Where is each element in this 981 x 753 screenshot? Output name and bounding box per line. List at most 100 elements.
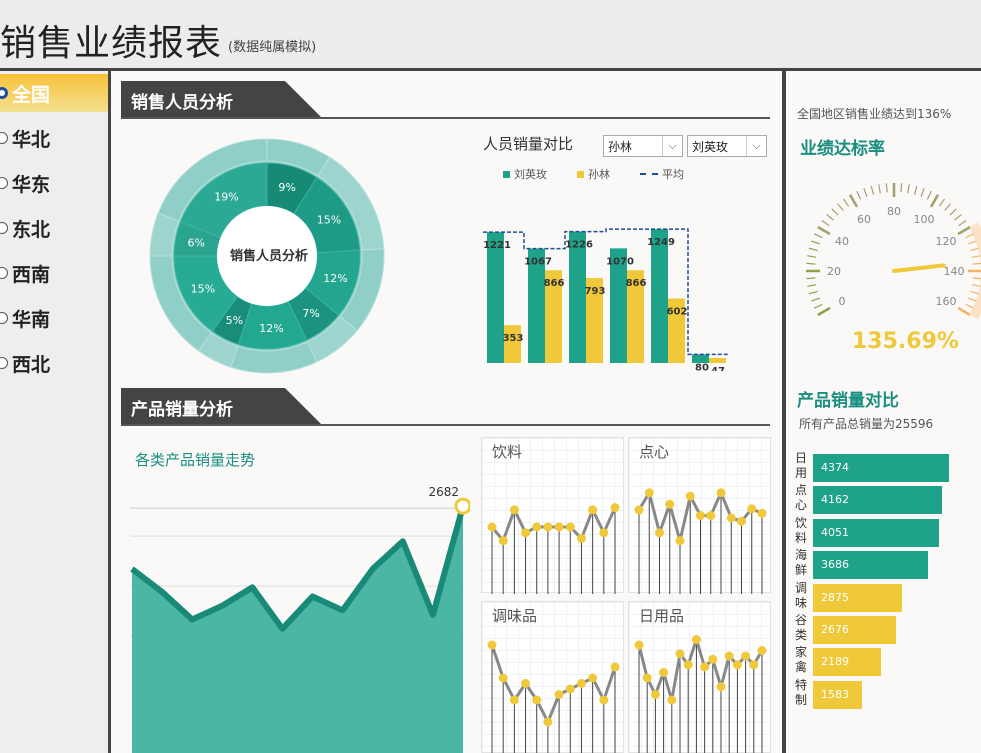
data-point xyxy=(757,508,767,518)
gauge-tick xyxy=(929,194,940,208)
data-point xyxy=(554,522,564,532)
data-point xyxy=(683,660,693,670)
gauge-tick-label: 160 xyxy=(935,295,956,308)
product-category-label: 海鲜 xyxy=(794,548,807,578)
gauge-tick xyxy=(856,190,862,200)
gauge-tick xyxy=(972,277,981,280)
data-point xyxy=(576,533,586,543)
gauge-tick xyxy=(831,208,839,216)
region-item-4[interactable]: 西南 xyxy=(0,254,108,292)
bar-a-label: 1249 xyxy=(647,237,675,248)
legend-avg: 平均 xyxy=(662,168,684,181)
select-person-b[interactable]: 刘英玫 ⌵ xyxy=(687,135,767,157)
region-label: 华北 xyxy=(12,128,51,151)
product-category-label: 饮料 xyxy=(794,515,807,545)
product-bar: 2875 xyxy=(813,583,902,612)
gauge-tick xyxy=(913,185,918,195)
gauge-tick xyxy=(826,213,834,221)
gauge-needle xyxy=(892,263,946,273)
bar-a-label: 1067 xyxy=(524,257,552,268)
gauge-tick xyxy=(807,255,817,258)
panel-snacks: 点心 xyxy=(628,437,771,594)
daily-line-chart xyxy=(634,634,767,753)
gauge-tick xyxy=(848,194,859,208)
bar-a-label: 1226 xyxy=(565,240,593,251)
trend-max-marker xyxy=(454,497,470,515)
data-point xyxy=(487,522,497,532)
region-item-6[interactable]: 西北 xyxy=(0,344,108,382)
gauge-tick xyxy=(878,184,881,194)
data-point xyxy=(659,668,669,677)
gauge-tick xyxy=(811,240,820,245)
data-point xyxy=(634,640,644,650)
data-point xyxy=(588,505,598,515)
gauge-tick xyxy=(957,225,971,236)
donut-slice-label: 15% xyxy=(191,283,215,296)
region-label: 全国 xyxy=(12,83,51,106)
section-underline xyxy=(121,424,770,426)
gauge-tick xyxy=(907,184,910,194)
panel-daily: 日用品 xyxy=(628,601,771,753)
gauge-tick xyxy=(938,198,945,207)
region-label: 华南 xyxy=(12,308,51,331)
gauge-tick xyxy=(807,284,817,287)
section-header-product: 产品销量分析 xyxy=(121,388,781,426)
donut-slice-label: 7% xyxy=(302,307,319,320)
select-b-value: 刘英玫 xyxy=(692,140,729,154)
data-point xyxy=(509,505,519,515)
gauge-tick xyxy=(920,188,925,197)
gauge-tick xyxy=(870,185,875,195)
data-point xyxy=(706,511,716,521)
bar-b-label: 866 xyxy=(544,278,565,289)
data-point xyxy=(726,513,736,523)
gauge-tick xyxy=(970,290,980,295)
staff-compare-chart: 1221 353 1067 866 1226 793 1070 866 1249 602 8047 xyxy=(483,228,729,371)
select-person-a[interactable]: 孙林 ⌵ xyxy=(603,135,683,157)
bar-b-label: 602 xyxy=(667,307,688,318)
seasoning-line-chart xyxy=(487,640,620,753)
data-point xyxy=(543,717,553,727)
gauge-tick-label: 80 xyxy=(887,205,901,218)
data-point xyxy=(700,662,710,672)
data-point xyxy=(565,522,575,532)
select-a-value: 孙林 xyxy=(608,140,633,154)
gauge-tick xyxy=(944,203,952,211)
donut-slice-label: 15% xyxy=(317,213,341,226)
series-line xyxy=(490,644,617,726)
region-item-0[interactable]: 全国 xyxy=(0,74,108,112)
gauge-tick xyxy=(817,306,831,317)
gauge-tick xyxy=(965,303,975,309)
product-category-label: 谷类 xyxy=(794,613,807,642)
product-category-label: 点心 xyxy=(794,483,807,513)
series-line xyxy=(490,506,617,544)
data-point xyxy=(665,499,675,509)
section-underline xyxy=(121,117,770,119)
data-point xyxy=(655,528,664,538)
data-point xyxy=(724,651,734,661)
region-item-2[interactable]: 华东 xyxy=(0,164,108,202)
gauge-tick xyxy=(806,277,816,280)
region-item-1[interactable]: 华北 xyxy=(0,119,108,157)
region-label: 西北 xyxy=(12,353,51,376)
panel-seasoning: 调味品 xyxy=(481,601,624,753)
compare-title: 人员销量对比 xyxy=(483,135,574,153)
product-bar: 4374 xyxy=(813,454,949,482)
donut-slice-label: 9% xyxy=(278,181,295,194)
radio-icon xyxy=(0,222,8,234)
data-point xyxy=(532,522,542,532)
legend-swatch-yellow xyxy=(577,170,584,178)
product-category-label: 特制 xyxy=(794,677,807,707)
data-point xyxy=(521,528,531,538)
gauge-tick xyxy=(813,233,823,239)
data-point xyxy=(691,635,701,644)
data-point xyxy=(576,679,586,688)
section-header-staff: 销售人员分析 xyxy=(121,81,781,119)
region-item-3[interactable]: 东北 xyxy=(0,209,108,247)
gauge-tick xyxy=(972,262,981,265)
gauge-tick-label: 120 xyxy=(935,235,956,248)
trend-area xyxy=(132,506,463,753)
data-point xyxy=(749,660,759,670)
data-point xyxy=(599,528,609,538)
region-item-5[interactable]: 华南 xyxy=(0,299,108,337)
gauge-tick xyxy=(808,290,818,295)
